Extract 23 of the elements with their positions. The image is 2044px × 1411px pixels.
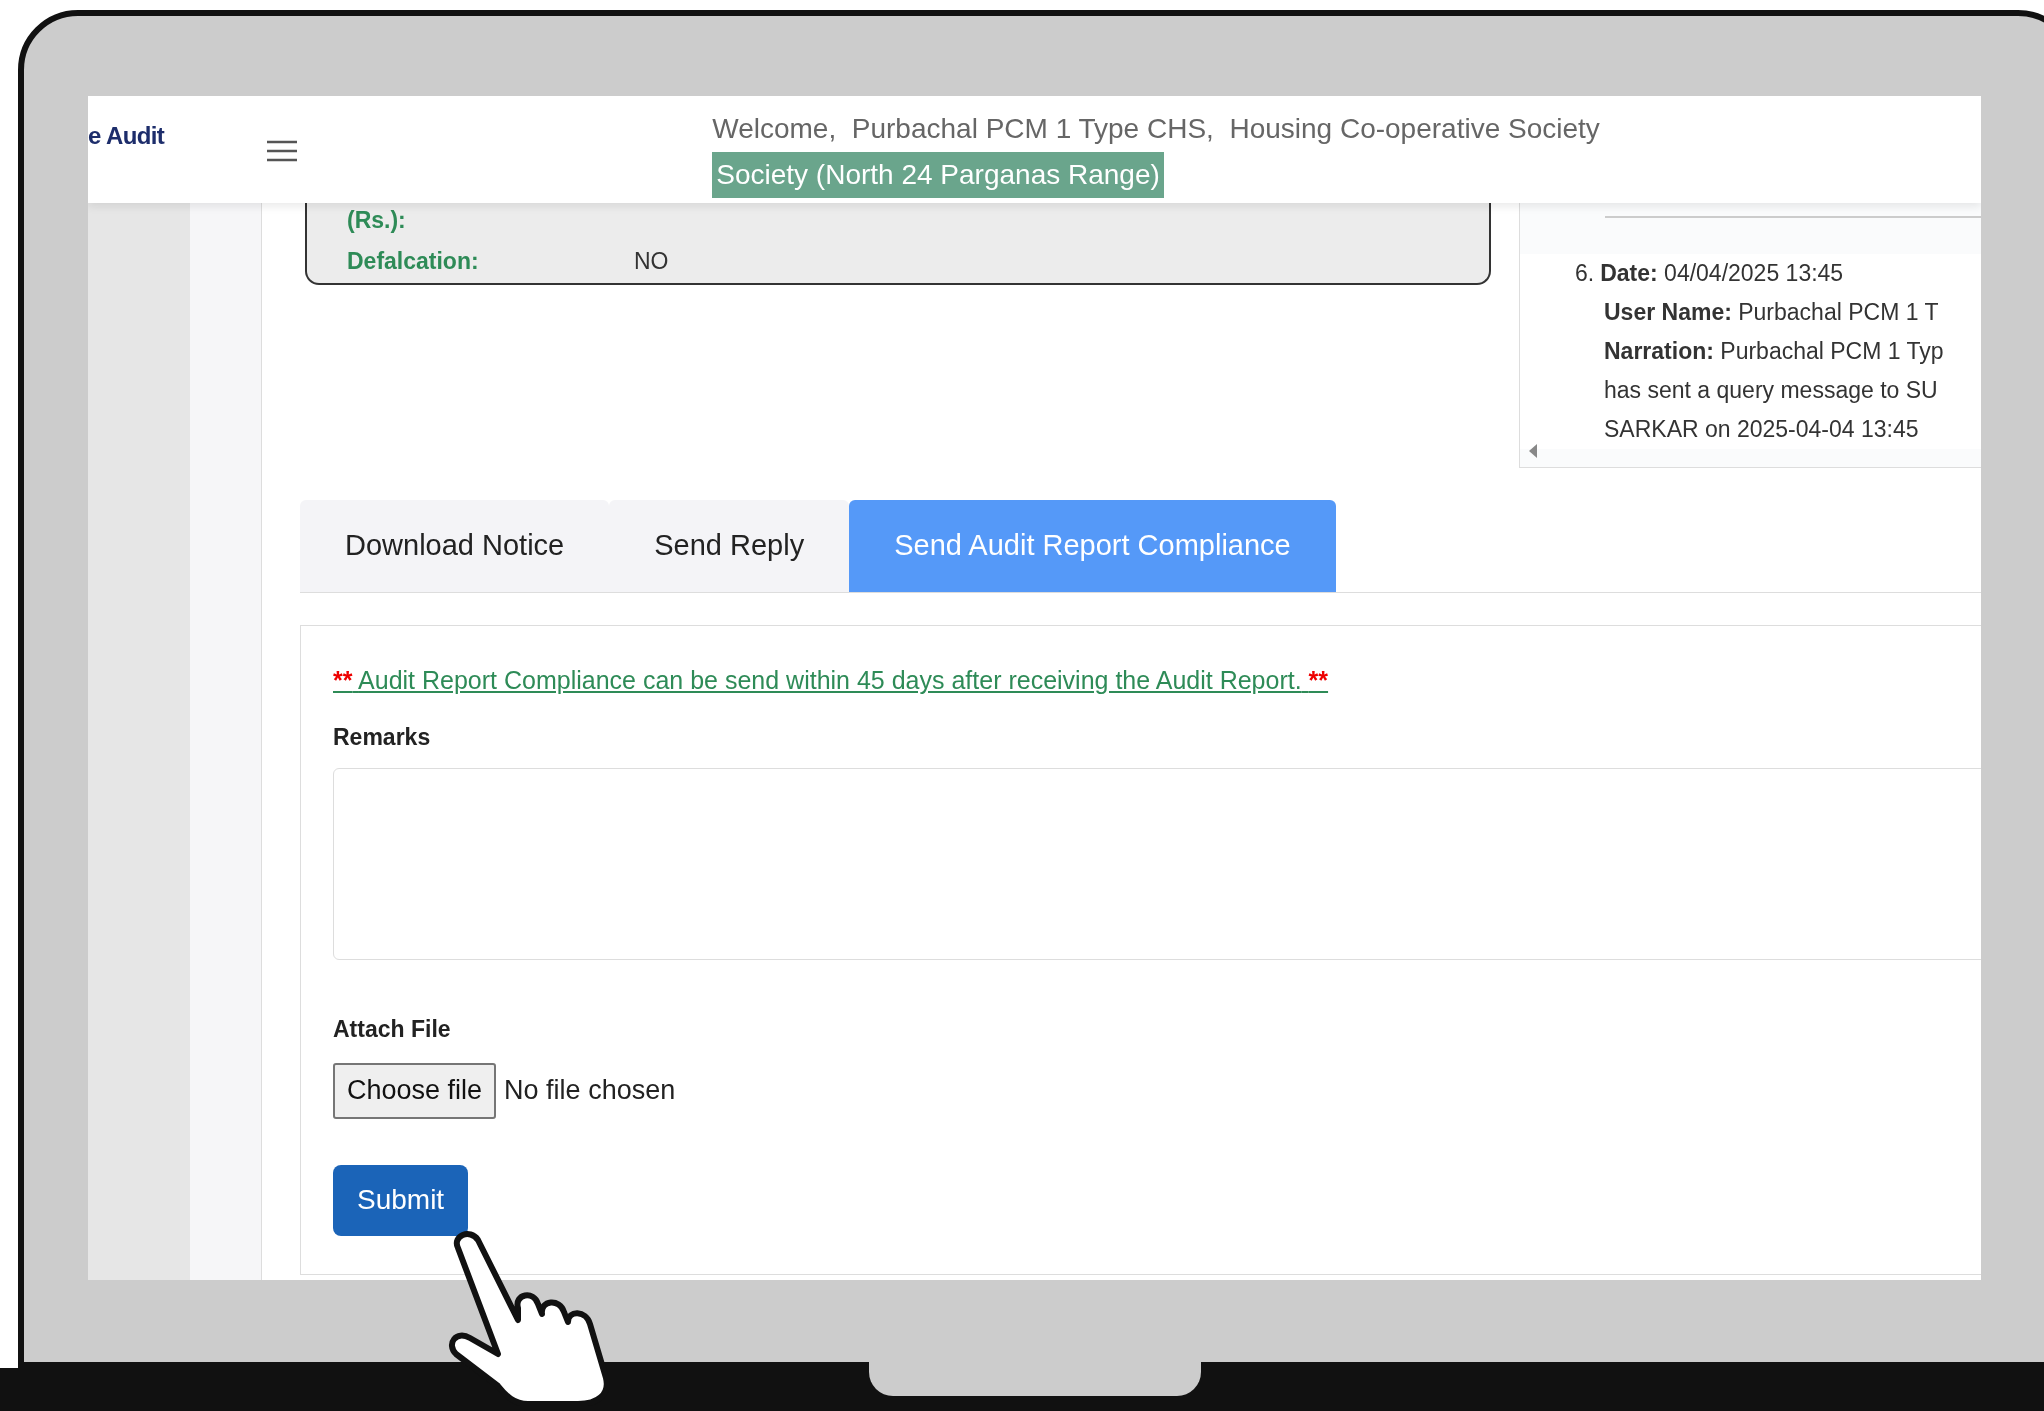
range-badge: Society (North 24 Parganas Range): [712, 152, 1164, 198]
tab[interactable]: Download Notice: [300, 500, 610, 592]
entry-date: Date: 04/04/2025 13:45: [1600, 259, 1844, 288]
compliance-notice: ** Audit Report Compliance can be send within 45 days after receiving the Audit Report. **: [333, 665, 1330, 696]
field-label: Defalcation:: [347, 246, 480, 276]
field-label: (Rs.):: [347, 206, 407, 235]
app-logo: e Audit: [88, 121, 165, 151]
remarks-label: Remarks: [333, 722, 432, 752]
entry-number: 6.: [1575, 259, 1595, 288]
welcome-text: Welcome, Purbachal PCM 1 Type CHS, Housing Co-operative Society: [712, 112, 1600, 146]
field-value: NO: [634, 246, 669, 276]
menu-icon[interactable]: [266, 139, 299, 163]
remarks-field[interactable]: [333, 768, 1981, 960]
tab[interactable]: Send Reply: [609, 500, 850, 592]
entry-narration: has sent a query message to SU: [1604, 376, 1939, 405]
entry-user: User Name: Purbachal PCM 1 T: [1604, 298, 1940, 327]
entry-narration: Narration: Purbachal PCM 1 Typ: [1604, 337, 1945, 366]
choose-file-button[interactable]: Choose file: [333, 1062, 497, 1119]
submit-button[interactable]: Submit: [333, 1164, 469, 1236]
scroll-left-icon[interactable]: [1528, 443, 1538, 459]
file-status: No file chosen: [504, 1074, 676, 1108]
entry-narration: SARKAR on 2025-04-04 13:45: [1604, 415, 1920, 444]
attach-label: Attach File: [333, 1015, 452, 1044]
